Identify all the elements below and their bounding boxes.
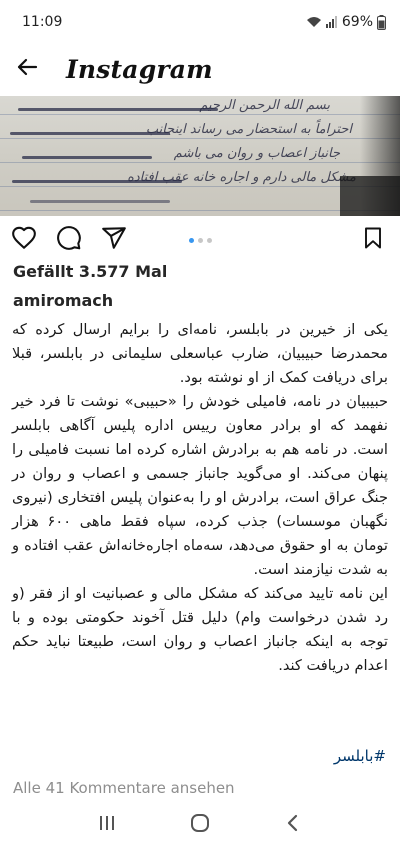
home-button[interactable] — [185, 810, 215, 840]
recents-icon — [97, 814, 117, 836]
battery-icon — [377, 14, 386, 30]
comment-icon — [56, 225, 82, 255]
handwritten-line: بسم الله الرحمن الرحیم — [199, 98, 330, 113]
carousel-dot-active — [189, 238, 194, 243]
post-actions — [0, 222, 400, 258]
bookmark-icon — [361, 225, 385, 255]
post-caption: یکی از خیرین در بابلسر، نامه‌ای را برایم… — [12, 318, 388, 678]
save-button[interactable] — [359, 226, 387, 254]
share-button[interactable] — [100, 226, 128, 254]
carousel-dot — [198, 238, 203, 243]
recents-button[interactable] — [92, 810, 122, 840]
chevron-left-icon — [284, 813, 302, 837]
home-circle-icon — [189, 812, 211, 838]
post-username[interactable]: amiromach — [13, 291, 113, 310]
comment-button[interactable] — [55, 226, 83, 254]
likes-count[interactable]: Gefällt 3.577 Mal — [13, 262, 167, 281]
send-icon — [101, 225, 127, 255]
handwritten-line: جانباز اعصاب و روان می باشم — [173, 146, 340, 161]
hashtag-link[interactable]: #بابلسر — [334, 747, 386, 765]
battery-percent: 69% — [341, 14, 373, 30]
heart-icon — [11, 225, 37, 255]
arrow-left-icon — [15, 55, 39, 83]
carousel-dot — [207, 238, 212, 243]
status-time: 11:09 — [22, 14, 63, 30]
signal-icon — [325, 16, 338, 28]
system-back-button[interactable] — [278, 810, 308, 840]
carousel-indicator — [189, 238, 212, 243]
system-nav-bar — [0, 804, 400, 845]
app-header: Instagram — [0, 44, 400, 94]
app-title: Instagram — [66, 54, 213, 84]
status-icons: 69% — [306, 14, 386, 30]
view-all-comments-link[interactable]: Alle 41 Kommentare ansehen — [13, 779, 235, 797]
status-bar: 11:09 69% — [0, 0, 400, 44]
caption-paragraph: حبیبیان در نامه، فامیلی خودش را «حبیبی» … — [12, 393, 388, 578]
handwritten-line: احتراماً به استحضار می رساند اینجانب — [145, 122, 352, 137]
back-button[interactable] — [12, 54, 42, 84]
caption-paragraph: یکی از خیرین در بابلسر، نامه‌ای را برایم… — [12, 321, 388, 386]
post-image[interactable]: بسم الله الرحمن الرحیم احتراماً به استحض… — [0, 96, 400, 216]
wifi-icon — [306, 16, 322, 28]
like-button[interactable] — [10, 226, 38, 254]
caption-paragraph: این نامه تایید می‌کند که مشکل مالی و عصب… — [12, 585, 388, 674]
